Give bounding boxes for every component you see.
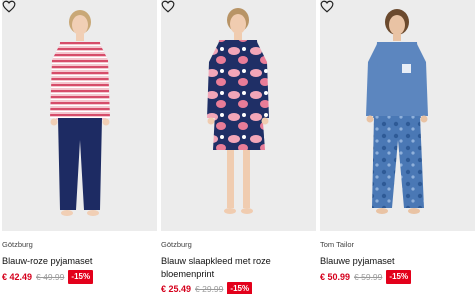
product-card[interactable]: Tom Tailor Blauwe pyjamaset € 50.99 € 59…: [320, 0, 475, 294]
product-image[interactable]: [320, 0, 475, 231]
product-brand: Tom Tailor: [320, 240, 355, 249]
sale-price: € 25.49: [161, 284, 192, 294]
heart-outline-icon[interactable]: [2, 0, 16, 13]
sale-price: € 42.49: [2, 272, 33, 282]
discount-badge: -15%: [68, 270, 94, 284]
original-price: € 49.99: [36, 272, 65, 282]
sale-price: € 50.99: [320, 272, 351, 282]
product-image[interactable]: [2, 0, 157, 231]
product-brand: Götzburg: [161, 240, 192, 249]
product-title[interactable]: Blauw-roze pyjamaset: [2, 255, 152, 268]
price-row: € 42.49 € 49.99 -15%: [2, 270, 94, 284]
price-row: € 25.49 € 29.99 -15%: [161, 282, 253, 294]
price-row: € 50.99 € 59.99 -15%: [320, 270, 412, 284]
product-brand: Götzburg: [2, 240, 33, 249]
discount-badge: -15%: [386, 270, 412, 284]
original-price: € 59.99: [354, 272, 383, 282]
product-card[interactable]: Götzburg Blauw slaapkleed met roze bloem…: [161, 0, 316, 294]
product-title[interactable]: Blauw slaapkleed met roze bloemenprint: [161, 255, 311, 281]
heart-outline-icon[interactable]: [161, 0, 175, 13]
discount-badge: -15%: [227, 282, 253, 294]
original-price: € 29.99: [195, 284, 224, 294]
heart-outline-icon[interactable]: [320, 0, 334, 13]
product-title[interactable]: Blauwe pyjamaset: [320, 255, 470, 268]
product-card[interactable]: Götzburg Blauw-roze pyjamaset € 42.49 € …: [2, 0, 157, 294]
product-image[interactable]: [161, 0, 316, 231]
